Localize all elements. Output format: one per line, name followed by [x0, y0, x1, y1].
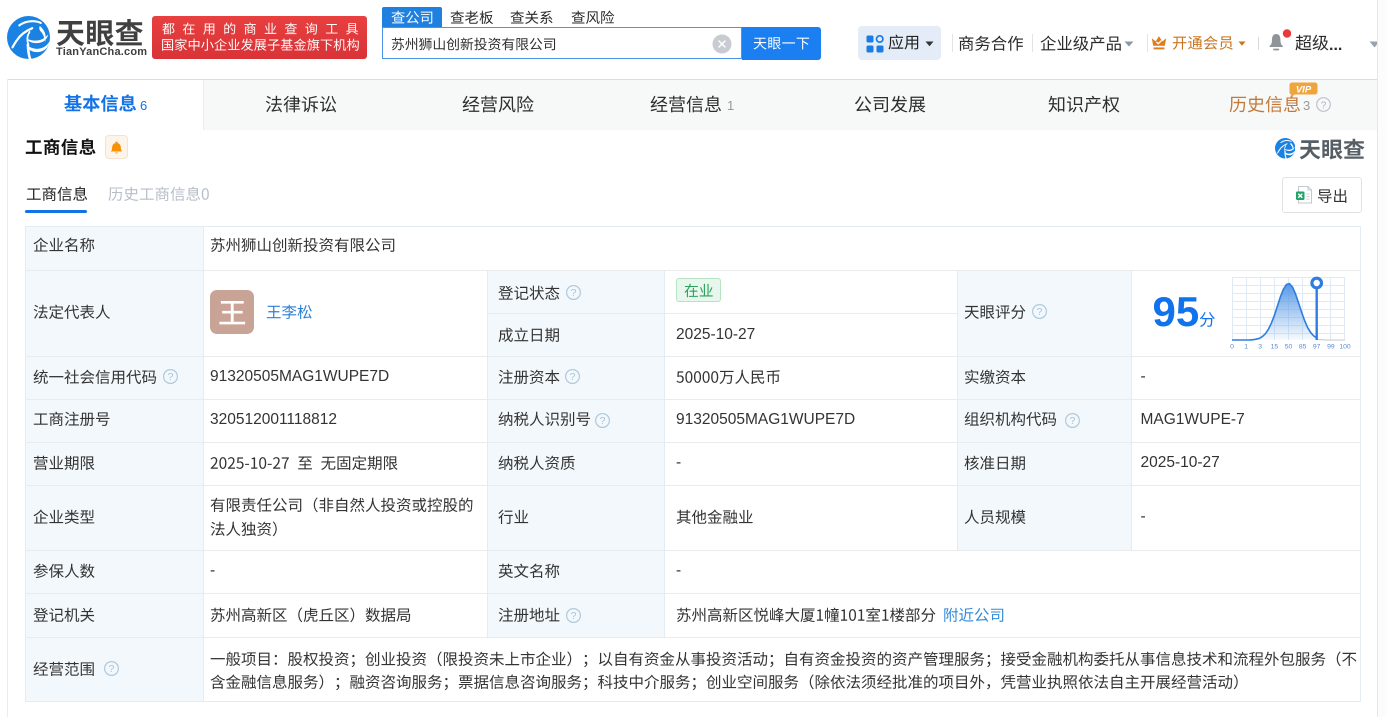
svg-text:?: ?	[1321, 100, 1327, 111]
svg-text:?: ?	[108, 663, 114, 675]
svg-text:?: ?	[570, 371, 576, 383]
svg-text:?: ?	[571, 287, 577, 299]
svg-text:VIP: VIP	[1296, 85, 1312, 96]
svg-text:97: 97	[1313, 344, 1321, 351]
svg-text:?: ?	[1036, 306, 1042, 318]
svg-text:85: 85	[1299, 344, 1307, 351]
svg-text:1: 1	[1244, 344, 1248, 351]
svg-text:?: ?	[599, 415, 605, 427]
svg-text:?: ?	[1070, 415, 1076, 427]
svg-text:3: 3	[1258, 344, 1262, 351]
svg-text:99: 99	[1327, 344, 1335, 351]
svg-text:15: 15	[1271, 344, 1279, 351]
svg-text:100: 100	[1339, 344, 1351, 351]
svg-text:0: 0	[1230, 344, 1234, 351]
svg-text:50: 50	[1285, 344, 1293, 351]
svg-text:?: ?	[571, 610, 577, 622]
svg-text:?: ?	[168, 371, 174, 383]
